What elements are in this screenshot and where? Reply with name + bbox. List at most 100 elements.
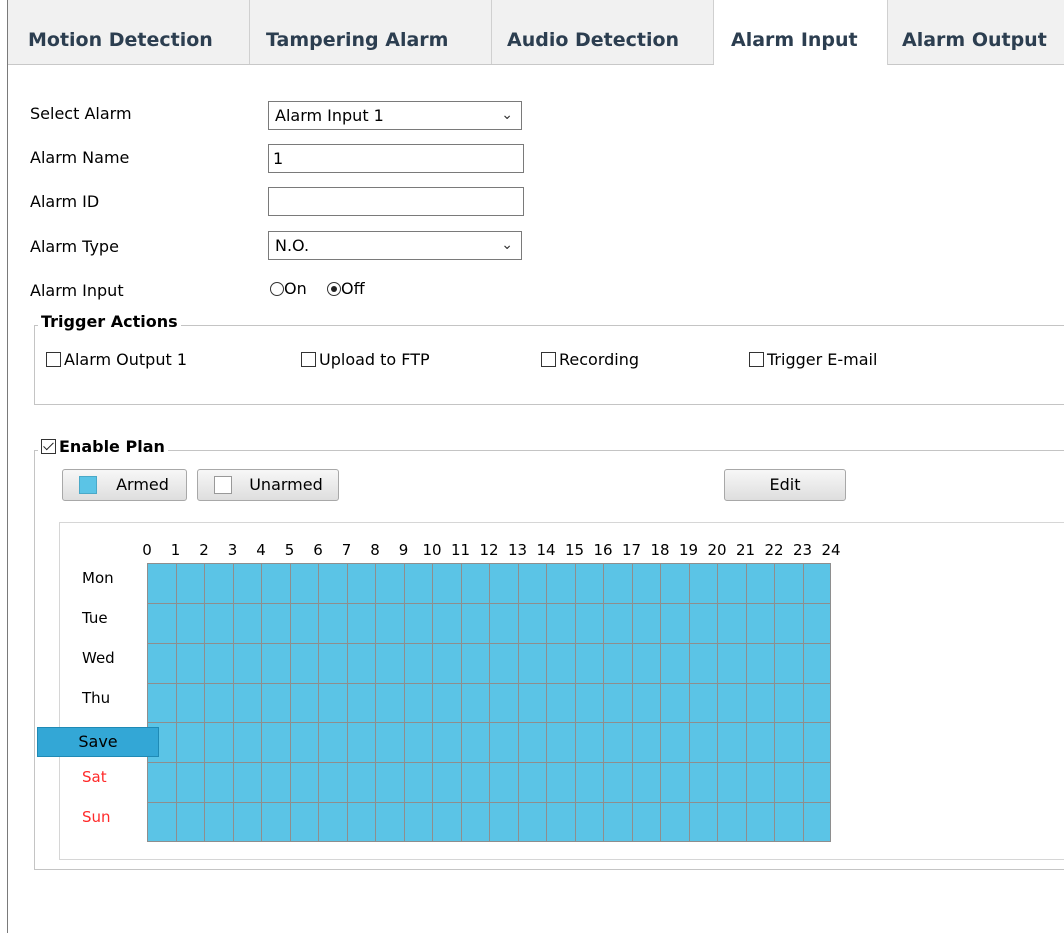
grid-line <box>830 563 831 842</box>
tab-motion-detection[interactable]: Motion Detection <box>8 0 250 64</box>
trigger-upload-ftp-option[interactable]: Upload to FTP <box>301 350 430 369</box>
hour-label: 1 <box>170 541 181 559</box>
grid-line <box>232 563 234 842</box>
hour-label: 7 <box>341 541 352 559</box>
grid-line <box>147 602 831 604</box>
tab-label: Alarm Input <box>731 29 858 51</box>
grid-line <box>574 563 576 842</box>
grid-line <box>147 682 831 684</box>
grid-line <box>603 563 604 842</box>
edit-button[interactable]: Edit <box>724 469 846 501</box>
day-label-sun: Sun <box>82 808 111 827</box>
trigger-email-label: Trigger E-mail <box>767 350 878 369</box>
armed-button[interactable]: Armed <box>62 469 187 501</box>
hour-label: 17 <box>621 541 642 559</box>
checkbox-icon[interactable] <box>301 352 316 367</box>
select-alarm-dropdown[interactable]: Alarm Input 1 ⌄ <box>268 101 522 130</box>
hour-label: 21 <box>735 541 756 559</box>
grid-line <box>147 563 831 564</box>
grid-line <box>318 563 319 842</box>
alarm-input-label: Alarm Input <box>30 281 124 300</box>
grid-line <box>489 563 490 842</box>
trigger-email-option[interactable]: Trigger E-mail <box>749 350 877 369</box>
chevron-down-icon: ⌄ <box>501 237 513 253</box>
alarm-id-label: Alarm ID <box>30 192 100 211</box>
grid-line <box>688 563 690 842</box>
hour-label: 22 <box>764 541 784 559</box>
alarm-name-field[interactable]: 1 <box>268 144 524 173</box>
grid-line <box>660 563 661 842</box>
checkbox-icon[interactable] <box>749 352 764 367</box>
alarm-type-label: Alarm Type <box>30 237 119 256</box>
grid-line <box>717 563 718 842</box>
grid-line <box>631 563 633 842</box>
trigger-alarm-output-1-label: Alarm Output 1 <box>64 350 188 369</box>
day-label-tue: Tue <box>82 608 108 627</box>
grid-line <box>375 563 376 842</box>
hour-label: 13 <box>507 541 528 559</box>
day-label-thu: Thu <box>82 688 111 707</box>
grid-line <box>745 563 747 842</box>
alarm-type-value: N.O. <box>275 236 310 255</box>
alarm-id-field[interactable] <box>268 187 524 216</box>
hour-label: 3 <box>227 541 238 559</box>
grid-line <box>175 563 177 842</box>
grid-line <box>403 563 405 842</box>
trigger-alarm-output-1-option[interactable]: Alarm Output 1 <box>46 350 187 369</box>
hour-label: 6 <box>313 541 323 559</box>
radio-unchecked-icon[interactable] <box>270 282 284 296</box>
page-frame-border <box>7 0 8 933</box>
tab-alarm-input[interactable]: Alarm Input <box>714 0 888 65</box>
hour-label: 23 <box>792 541 813 559</box>
hour-label: 4 <box>256 541 266 559</box>
grid-line <box>261 563 262 842</box>
tab-audio-detection[interactable]: Audio Detection <box>492 0 714 64</box>
hour-label: 0 <box>142 541 152 559</box>
trigger-recording-label: Recording <box>559 350 640 369</box>
hour-label: 15 <box>564 541 585 559</box>
trigger-actions-title: Trigger Actions <box>38 312 181 331</box>
schedule-grid[interactable] <box>147 563 831 842</box>
grid-line <box>346 563 348 842</box>
tab-tampering-alarm[interactable]: Tampering Alarm <box>250 0 492 64</box>
grid-line <box>204 563 205 842</box>
grid-line <box>147 642 831 644</box>
grid-line <box>147 841 831 842</box>
grid-line <box>774 563 775 842</box>
hour-label: 18 <box>650 541 670 559</box>
hour-label: 16 <box>593 541 613 559</box>
enable-plan-title: Enable Plan <box>59 437 165 456</box>
alarm-input-on-option[interactable]: On <box>270 279 307 298</box>
hour-label: 9 <box>398 541 409 559</box>
tab-label: Alarm Output <box>902 29 1047 51</box>
alarm-type-dropdown[interactable]: N.O. ⌄ <box>268 231 522 260</box>
hour-label: 14 <box>536 541 556 559</box>
save-button[interactable]: Save <box>37 727 159 757</box>
radio-checked-icon[interactable] <box>327 282 341 296</box>
hour-label: 12 <box>479 541 499 559</box>
alarm-input-off-option[interactable]: Off <box>327 279 365 298</box>
day-label-wed: Wed <box>82 648 115 667</box>
checkbox-icon[interactable] <box>46 352 61 367</box>
grid-line <box>546 563 547 842</box>
grid-line <box>802 563 804 842</box>
grid-line <box>147 722 831 724</box>
enable-plan-toggle[interactable]: Enable Plan <box>38 437 168 456</box>
grid-line <box>432 563 433 842</box>
grid-line <box>147 563 148 842</box>
unarmed-button[interactable]: Unarmed <box>197 469 339 501</box>
select-alarm-value: Alarm Input 1 <box>275 106 384 125</box>
tab-bar: Motion Detection Tampering Alarm Audio D… <box>8 0 1064 65</box>
tab-label: Tampering Alarm <box>266 29 449 51</box>
checkbox-checked-icon[interactable] <box>41 439 56 454</box>
hour-label: 8 <box>370 541 380 559</box>
chevron-down-icon: ⌄ <box>501 107 513 123</box>
tab-alarm-output[interactable]: Alarm Output <box>888 0 1064 64</box>
checkbox-icon[interactable] <box>541 352 556 367</box>
unarmed-color-swatch <box>214 476 232 494</box>
hour-label: 24 <box>821 541 841 559</box>
grid-line <box>147 762 831 764</box>
trigger-recording-option[interactable]: Recording <box>541 350 639 369</box>
armed-color-swatch <box>79 476 97 494</box>
hour-label: 19 <box>678 541 699 559</box>
